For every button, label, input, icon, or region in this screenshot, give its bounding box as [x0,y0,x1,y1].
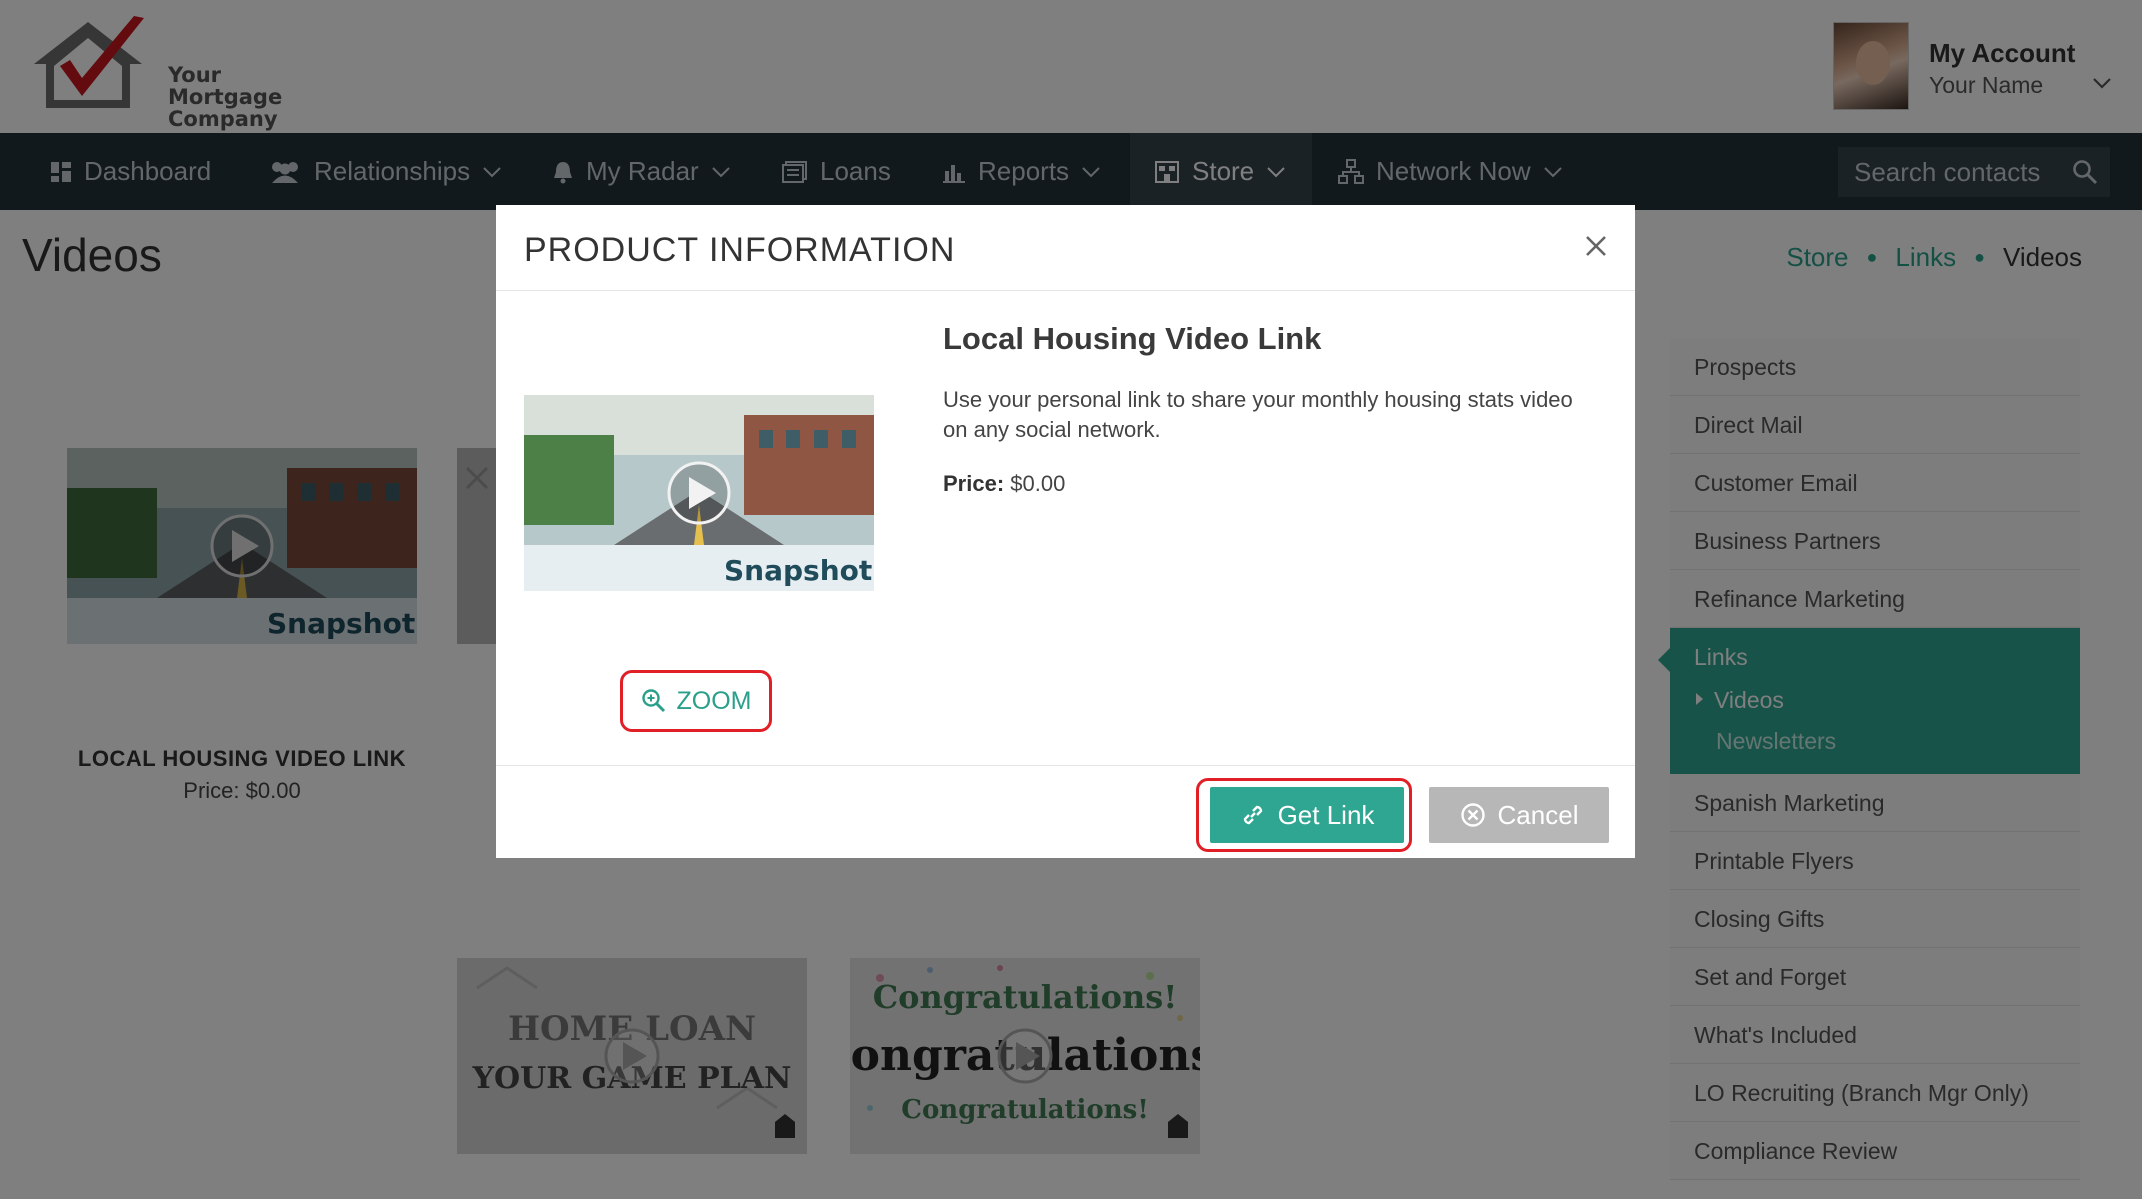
price-value: $0.00 [1010,471,1066,496]
close-icon[interactable] [1583,233,1609,259]
zoom-button[interactable]: ZOOM [620,670,772,732]
link-icon [1243,805,1262,825]
cancel-label: Cancel [1497,799,1579,830]
get-link-label: Get Link [1277,799,1375,830]
price-label: Price: [943,471,1005,496]
zoom-label: ZOOM [676,686,752,715]
cancel-circle-icon [1460,803,1485,827]
video-thumbnail-image: Snapshot [524,395,874,591]
product-information-modal: PRODUCT INFORMATION Snapshot ZOOM Local … [496,205,1635,858]
product-image[interactable]: Snapshot [524,395,874,591]
modal-product-description: Use your personal link to share your mon… [943,387,1573,442]
modal-product-title: Local Housing Video Link [943,321,1322,356]
snapshot-thumb-text: Snapshot [724,554,872,587]
modal-title: PRODUCT INFORMATION [524,231,956,269]
modal-product-price: Price: $0.00 [943,471,1065,497]
get-link-button[interactable]: Get Link [1210,787,1404,843]
cancel-button[interactable]: Cancel [1429,787,1609,843]
modal-header: PRODUCT INFORMATION [496,205,1635,291]
zoom-in-icon [641,689,665,713]
